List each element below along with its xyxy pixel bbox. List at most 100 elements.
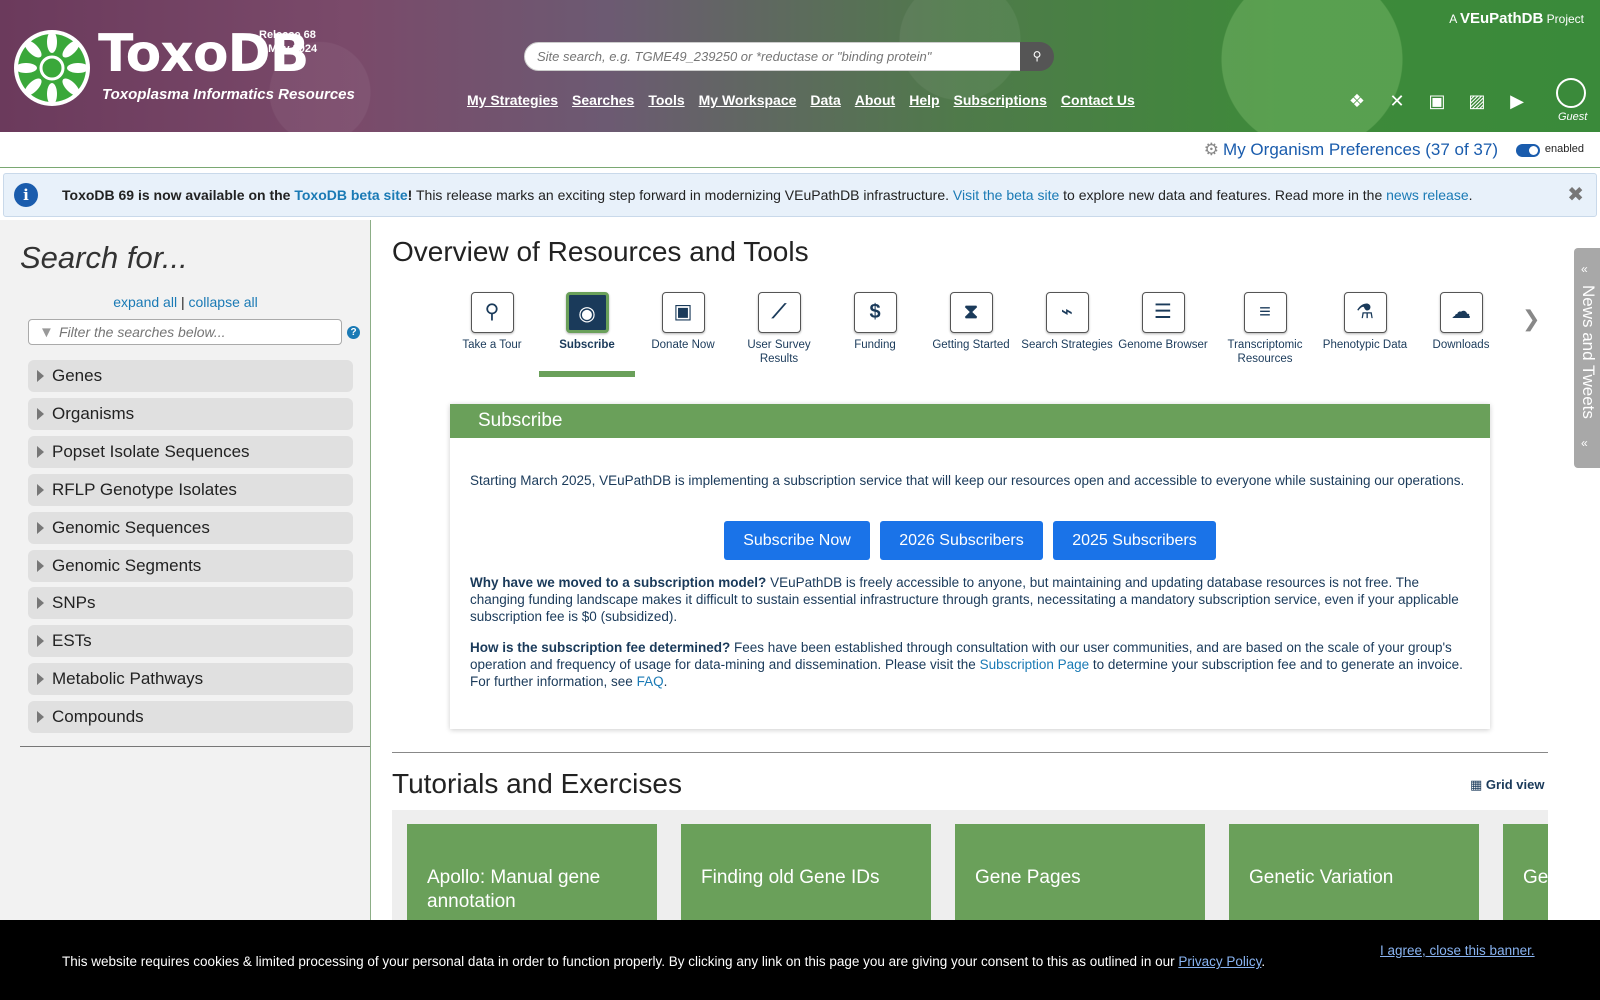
news-tab-label: News and Tweets [1579, 285, 1598, 419]
release-number: Release 68 [259, 29, 316, 41]
subscribers-2025-button[interactable]: 2025 Subscribers [1053, 521, 1216, 560]
facebook-icon[interactable]: ▣ [1426, 90, 1448, 112]
gift-icon: ▣ [661, 292, 705, 333]
subscribers-2026-button[interactable]: 2026 Subscribers [880, 521, 1043, 560]
tutorial-card[interactable]: Ge [1503, 824, 1548, 920]
tool-funding[interactable]: $ Funding [827, 292, 923, 352]
tool-transcriptomic-resources[interactable]: ≡ Transcriptomic Resources [1211, 292, 1319, 366]
help-icon[interactable]: ? [347, 326, 360, 339]
search-icon: ⚲ [1032, 49, 1042, 63]
expand-all-link[interactable]: expand all [113, 294, 177, 310]
sidebar-item-metabolic-pathways[interactable]: Metabolic Pathways [28, 663, 353, 695]
tool-phenotypic-data[interactable]: ⚗ Phenotypic Data [1317, 292, 1413, 352]
tool-user-survey-results[interactable]: ⟋ User Survey Results [731, 292, 827, 366]
filter-icon: ▼ [39, 324, 54, 341]
tool-take-a-tour[interactable]: ⚲ Take a Tour [444, 292, 540, 352]
chevron-double-left-icon: « [1581, 436, 1588, 450]
tool-donate-now[interactable]: ▣ Donate Now [635, 292, 731, 352]
user-avatar-icon[interactable] [1556, 78, 1586, 108]
beta-site-link[interactable]: ToxoDB beta site [294, 187, 407, 203]
tool-label: Getting Started [932, 339, 1010, 351]
subscription-fee-paragraph: How is the subscription fee determined? … [470, 639, 1470, 690]
announcement-bold-prefix: ToxoDB 69 is now available on the [62, 187, 295, 203]
sliders-icon: ☰ [1141, 292, 1185, 333]
announcement-banner: i ToxoDB 69 is now available on the Toxo… [3, 173, 1597, 217]
collapse-all-link[interactable]: collapse all [188, 294, 257, 310]
tutorials-carousel: Apollo: Manual gene annotation Finding o… [392, 810, 1548, 920]
info-icon: i [14, 183, 38, 207]
nav-contact-us[interactable]: Contact Us [1061, 92, 1135, 108]
sidebar-item-organisms[interactable]: Organisms [28, 398, 353, 430]
sidebar-item-genomic-sequences[interactable]: Genomic Sequences [28, 512, 353, 544]
question-2: How is the subscription fee determined? [470, 640, 731, 655]
tool-genome-browser[interactable]: ☰ Genome Browser [1115, 292, 1211, 352]
sidebar-item-genomic-segments[interactable]: Genomic Segments [28, 550, 353, 582]
organism-preferences-toggle[interactable] [1516, 144, 1540, 157]
sidebar-divider [20, 746, 370, 747]
news-release-link[interactable]: news release [1386, 187, 1469, 203]
vpdb-project-link[interactable]: A VEuPathDB Project [1449, 10, 1584, 27]
sidebar-item-popset-isolate-sequences[interactable]: Popset Isolate Sequences [28, 436, 353, 468]
privacy-policy-link[interactable]: Privacy Policy [1178, 954, 1261, 969]
x-twitter-icon[interactable]: ✕ [1386, 90, 1408, 112]
sidebar-title: Search for... [20, 240, 188, 275]
tool-subscribe[interactable]: ◉ Subscribe [539, 292, 635, 352]
subscription-page-link[interactable]: Subscription Page [980, 657, 1090, 672]
sidebar-item-snps[interactable]: SNPs [28, 587, 353, 619]
nav-my-workspace[interactable]: My Workspace [699, 92, 797, 108]
tool-label: Genome Browser [1118, 339, 1208, 351]
tool-search-strategies[interactable]: ⌁ Search Strategies [1019, 292, 1115, 352]
bluesky-icon[interactable]: ❖ [1346, 90, 1368, 112]
tool-downloads[interactable]: ☁ Downloads [1413, 292, 1509, 352]
tutorial-card[interactable]: Finding old Gene IDs [681, 824, 931, 920]
grid-view-label: Grid view [1485, 777, 1545, 792]
tutorial-card[interactable]: Gene Pages [955, 824, 1205, 920]
sidebar-item-genes[interactable]: Genes [28, 360, 353, 392]
guest-label[interactable]: Guest [1558, 111, 1587, 123]
nav-searches[interactable]: Searches [572, 92, 634, 108]
search-filter-input[interactable] [59, 322, 329, 342]
site-search-input[interactable] [524, 42, 1021, 71]
chevron-right-icon[interactable]: ❯ [1522, 306, 1540, 332]
brand-subtitle: Toxoplasma Informatics Resources [102, 86, 355, 103]
tool-label: Transcriptomic Resources [1227, 339, 1303, 365]
nav-data[interactable]: Data [810, 92, 840, 108]
organism-preferences-label: My Organism Preferences (37 of 37) [1223, 140, 1498, 159]
faq-link[interactable]: FAQ [637, 674, 664, 689]
separator: | [180, 294, 185, 310]
sidebar-item-ests[interactable]: ESTs [28, 625, 353, 657]
nav-subscriptions[interactable]: Subscriptions [954, 92, 1047, 108]
cookie-agree-link[interactable]: I agree, close this banner. [1380, 943, 1535, 958]
hourglass-icon: ⧗ [949, 292, 993, 333]
announcement-text-3: . [1468, 187, 1473, 203]
tool-label: Downloads [1432, 339, 1490, 351]
nav-tools[interactable]: Tools [648, 92, 684, 108]
tool-label: Take a Tour [462, 339, 522, 351]
tutorial-card[interactable]: Apollo: Manual gene annotation [407, 824, 657, 920]
nav-my-strategies[interactable]: My Strategies [467, 92, 558, 108]
grid-view-toggle[interactable]: ▦ Grid view [1470, 777, 1544, 793]
search-filter: ▼ [28, 319, 342, 345]
sidebar-item-compounds[interactable]: Compounds [28, 701, 353, 733]
strategy-icon: ⌁ [1045, 292, 1089, 333]
tutorial-card[interactable]: Genetic Variation [1229, 824, 1479, 920]
search-button[interactable]: ⚲ [1020, 42, 1054, 71]
toxodb-logo-icon[interactable] [12, 28, 92, 108]
youtube-icon[interactable]: ▶ [1506, 90, 1528, 112]
organism-preferences-link[interactable]: ⚙ My Organism Preferences (37 of 37) [1204, 140, 1498, 160]
nav-about[interactable]: About [855, 92, 895, 108]
gear-icon: ⚙ [1203, 140, 1220, 159]
release-info: Release 68 7 May 2024 [259, 28, 317, 56]
linkedin-icon[interactable]: ▨ [1466, 90, 1488, 112]
visit-beta-link[interactable]: Visit the beta site [953, 187, 1059, 203]
close-icon[interactable]: ✖ [1567, 182, 1584, 207]
cookie-end: . [1261, 954, 1266, 969]
chart-line-icon: ⟋ [757, 292, 801, 333]
organism-preferences-bar: ⚙ My Organism Preferences (37 of 37) enab… [0, 132, 1600, 168]
subscribe-panel: Subscribe Starting March 2025, VEuPathDB… [450, 404, 1490, 729]
subscribe-now-button[interactable]: Subscribe Now [724, 521, 870, 560]
sidebar-item-rflp-genotype-isolates[interactable]: RFLP Genotype Isolates [28, 474, 353, 506]
tool-getting-started[interactable]: ⧗ Getting Started [923, 292, 1019, 352]
question-1: Why have we moved to a subscription mode… [470, 575, 767, 590]
nav-help[interactable]: Help [909, 92, 939, 108]
